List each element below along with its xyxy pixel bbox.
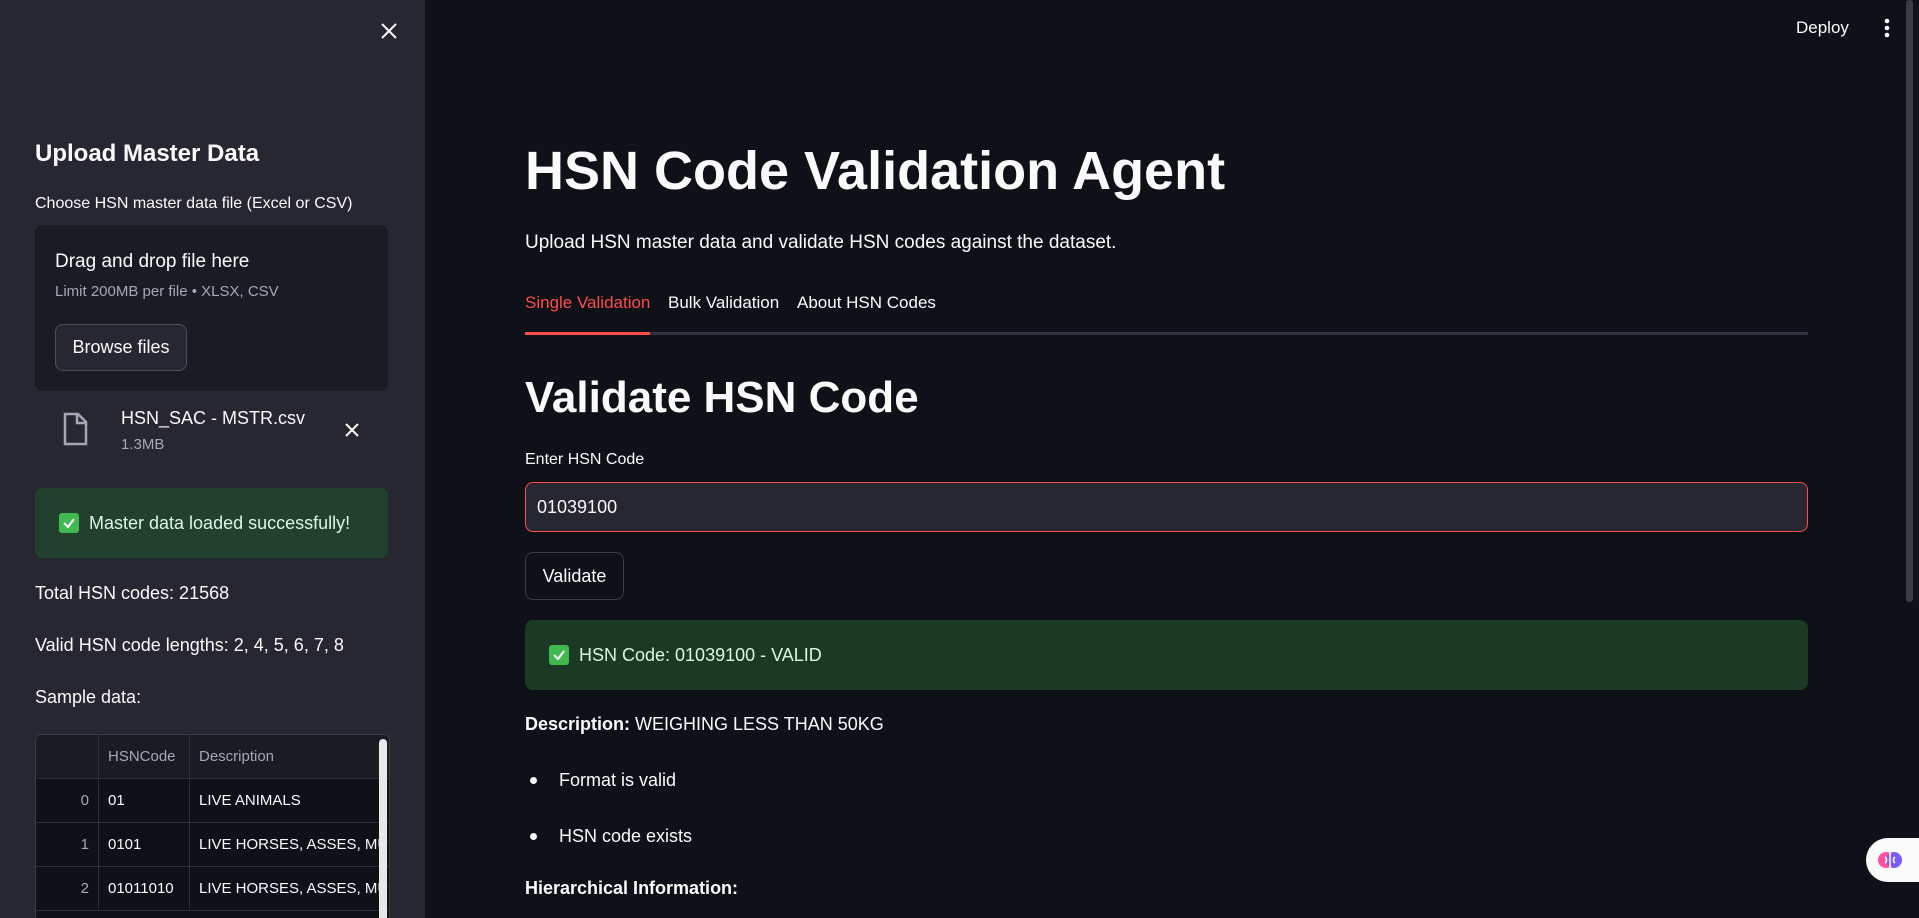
table-header-row: HSNCode Description [36,735,389,779]
description-cell: LIVE HORSES, ASSES, MULES [189,822,389,867]
total-codes: Total HSN codes: 21568 [35,583,230,603]
check-exists: HSN code exists [559,826,693,846]
dropzone-title: Drag and drop file here [55,251,250,272]
main-menu-button[interactable] [1880,16,1894,40]
table-row[interactable]: 2 01011010 LIVE HORSES, ASSES, MULES [36,866,389,911]
brain-icon [1878,852,1902,868]
hsn-code-cell: 0101 [98,822,190,867]
tab-bulk-validation[interactable]: Bulk Validation [668,293,779,332]
bullet-icon [530,777,537,784]
sample-data-table[interactable]: HSNCode Description 0 01 LIVE ANIMALS 1 … [35,734,390,918]
tab-single-validation[interactable]: Single Validation [525,293,651,335]
check-format: Format is valid [559,770,677,790]
column-header[interactable] [36,735,99,779]
file-dropzone[interactable]: Drag and drop file here Limit 200MB per … [35,225,388,391]
section-title: Validate HSN Code [525,373,919,422]
uploader-label: Choose HSN master data file (Excel or CS… [35,195,353,212]
uploaded-file: HSN_SAC - MSTR.csv 1.3MB [35,400,388,460]
sidebar: Upload Master Data Choose HSN master dat… [0,0,425,918]
browse-files-button[interactable]: Browse files [55,324,187,371]
hsn-code-input[interactable] [525,482,1808,532]
hsn-input-label: Enter HSN Code [525,451,645,468]
table-row[interactable]: 0 01 LIVE ANIMALS [36,778,389,823]
description-cell: LIVE ANIMALS [189,778,389,823]
tab-about-hsn-codes[interactable]: About HSN Codes [797,293,936,332]
remove-file-button[interactable] [340,418,364,442]
file-size: 1.3MB [121,436,165,453]
check-icon [549,645,569,665]
tab-bar: Single Validation Bulk Validation About … [525,290,1808,335]
valid-lengths: Valid HSN code lengths: 2, 4, 5, 6, 7, 8 [35,635,344,655]
assistant-button[interactable] [1866,838,1919,882]
hsn-code-cell: 01011010 [98,866,190,911]
list-item: HSN code exists [525,826,692,847]
row-index: 1 [36,822,99,867]
bullet-icon [530,833,537,840]
column-header[interactable]: HSNCode [98,735,190,779]
check-icon [59,513,79,533]
description-value: WEIGHING LESS THAN 50KG [635,714,884,734]
row-index: 2 [36,866,99,911]
description-line: Description: WEIGHING LESS THAN 50KG [525,714,884,735]
file-icon [63,412,88,446]
hierarchy-heading: Hierarchical Information: [525,878,739,898]
deploy-button[interactable]: Deploy [1790,16,1855,40]
sample-label: Sample data: [35,687,142,707]
column-header[interactable]: Description [189,735,389,779]
page-subtitle: Upload HSN master data and validate HSN … [525,232,1117,253]
page-title: HSN Code Validation Agent [525,141,1226,201]
validate-button[interactable]: Validate [525,552,624,600]
result-message: HSN Code: 01039100 - VALID [579,644,822,665]
close-icon [345,423,359,437]
page-scrollbar[interactable] [1906,0,1913,602]
sidebar-title: Upload Master Data [35,140,260,167]
file-name: HSN_SAC - MSTR.csv [121,408,306,428]
description-label: Description: [525,714,631,734]
description-cell: LIVE HORSES, ASSES, MULES [189,866,389,911]
table-scrollbar[interactable] [379,739,387,918]
hsn-code-cell: 01 [98,778,190,823]
row-index: 0 [36,778,99,823]
success-alert: Master data loaded successfully! [35,488,388,558]
close-icon [381,23,397,39]
more-vertical-icon [1884,18,1890,38]
dropzone-limit: Limit 200MB per file • XLSX, CSV [55,283,279,300]
validation-result-alert: HSN Code: 01039100 - VALID [525,620,1808,690]
table-row[interactable]: 1 0101 LIVE HORSES, ASSES, MULES [36,822,389,867]
close-sidebar-button[interactable] [374,16,404,46]
list-item: Format is valid [525,770,676,791]
success-message: Master data loaded successfully! [89,512,351,533]
